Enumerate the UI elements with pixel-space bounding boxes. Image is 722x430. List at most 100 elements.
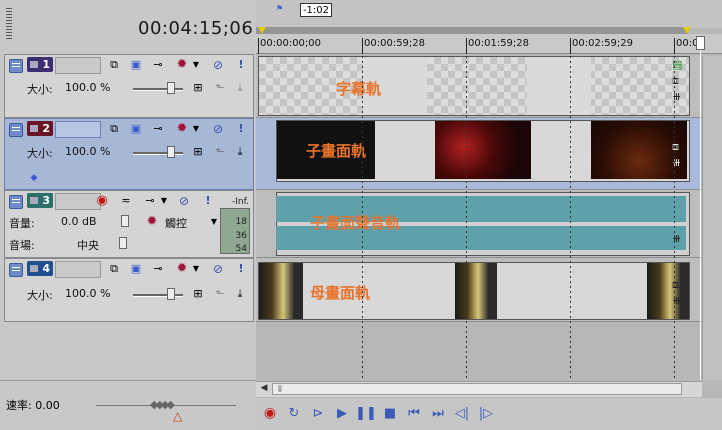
rate-label: 速率: [6, 399, 32, 412]
track-name-field[interactable] [55, 57, 101, 74]
ruler-line [258, 38, 259, 54]
grid-line [466, 56, 467, 378]
minimize-track-icon[interactable] [9, 263, 23, 277]
make-child-icon[interactable]: ⤓ [233, 81, 247, 95]
level-slider-thumb[interactable] [167, 82, 175, 94]
track-header-2[interactable]: 2 ⧉ ▣ ⊸ ✹ ▼ ⊘ ! 大小: 100.0 % ⊞ ⬑ ⤓ ◆ [4, 118, 254, 190]
solo-icon[interactable]: ! [201, 194, 215, 208]
play-from-start-icon[interactable]: ⊳ [308, 403, 328, 423]
ruler-line [570, 38, 571, 54]
make-child-icon[interactable]: ⤓ [233, 287, 247, 301]
automation-icon[interactable]: ⧉ [107, 262, 121, 276]
chevron-down-icon[interactable]: ▼ [189, 58, 203, 72]
chevron-down-icon[interactable]: ▼ [189, 122, 203, 136]
track-fx-icon[interactable]: ✹ [145, 215, 159, 229]
make-parent-icon[interactable]: ⬑ [213, 81, 227, 95]
keyframe-icon[interactable]: ◆ [27, 171, 41, 185]
level-slider-thumb[interactable] [167, 146, 175, 158]
grid-line [674, 56, 675, 378]
volume-label: 音量: [9, 217, 35, 230]
composite-mode-icon[interactable]: ⊞ [191, 287, 205, 301]
loop-start-marker[interactable] [258, 27, 266, 34]
volume-slider-thumb[interactable] [121, 215, 129, 227]
meter-scale-label: 18 [235, 217, 247, 227]
previous-frame-icon[interactable]: ◁| [452, 403, 472, 423]
rate-slider-knob[interactable]: ◆◆◆◆ [150, 398, 175, 411]
mute-icon[interactable]: ⊘ [211, 122, 225, 136]
next-frame-icon[interactable]: |▷ [476, 403, 496, 423]
marker-flag-icon[interactable]: ⚑ [276, 4, 283, 13]
playhead-cursor[interactable] [700, 36, 701, 380]
pause-icon[interactable]: ❚❚ [355, 403, 377, 423]
track-header-3[interactable]: 3 ◉ ≂ ⊸ ▼ ⊘ ! 音量: 0.0 dB ✹ 觸控 ▼ 音場: 中央 [4, 190, 254, 258]
play-icon[interactable]: ▶ [332, 403, 352, 423]
track-header-4[interactable]: 4 ⧉ ▣ ⊸ ✹ ▼ ⊘ ! 大小: 100.0 % ⊞ ⬑ ⤓ [4, 258, 254, 322]
envelope-icon[interactable]: ⊸ [151, 58, 165, 72]
grid-line [362, 56, 363, 378]
touch-mode-label[interactable]: 觸控 [165, 215, 187, 231]
automation-icon[interactable]: ⧉ [107, 122, 121, 136]
make-parent-icon[interactable]: ⬑ [213, 287, 227, 301]
compositing-icon[interactable]: ▣ [129, 58, 143, 72]
mute-icon[interactable]: ⊘ [211, 262, 225, 276]
composite-mode-icon[interactable]: ⊞ [191, 81, 205, 95]
level-value: 100.0 % [65, 287, 111, 300]
level-slider-thumb[interactable] [167, 288, 175, 300]
track-header-1[interactable]: 1 ⧉ ▣ ⊸ ✹ ▼ ⊘ ! 大小: 100.0 % ⊞ ⬑ ⤓ [4, 54, 254, 118]
arm-record-icon[interactable]: ◉ [95, 194, 109, 208]
empty-lane-area[interactable] [256, 322, 702, 380]
minimize-track-icon[interactable] [9, 59, 23, 73]
scroll-grip-icon[interactable]: ⦀ [278, 385, 282, 395]
compositing-icon[interactable]: ▣ [129, 262, 143, 276]
level-label: 大小: [27, 83, 53, 96]
horizontal-scroll-thumb[interactable] [272, 383, 682, 395]
subtitle-gap [527, 57, 591, 115]
solo-icon[interactable]: ! [234, 58, 248, 72]
main-track-label: 母畫面軌 [310, 284, 371, 302]
track-fx-icon[interactable]: ✹ [175, 58, 189, 72]
solo-icon[interactable]: ! [234, 122, 248, 136]
playhead-handle[interactable] [696, 36, 705, 50]
pan-value: 中央 [77, 239, 99, 252]
panel-grip[interactable] [6, 8, 12, 40]
envelope-icon[interactable]: ⊸ [151, 122, 165, 136]
meter-scale-label: 36 [235, 231, 247, 241]
level-slider[interactable] [133, 152, 183, 155]
scroll-left-icon[interactable]: ◀ [258, 383, 270, 395]
chevron-down-icon[interactable]: ▼ [189, 262, 203, 276]
go-to-start-icon[interactable]: ⏮ [404, 403, 424, 423]
chevron-down-icon[interactable]: ▼ [157, 194, 171, 208]
loop-region-bar[interactable] [256, 27, 688, 34]
ruler-tick-label: 00:02:59;29 [572, 38, 634, 49]
vertical-scrollbar[interactable] [702, 56, 722, 380]
loop-icon[interactable]: ↻ [284, 403, 304, 423]
inverted-phase-icon[interactable]: ≂ [119, 194, 133, 208]
chevron-down-icon[interactable]: ▼ [207, 215, 221, 229]
envelope-icon[interactable]: ⊸ [151, 262, 165, 276]
track-name-field[interactable] [55, 261, 101, 278]
go-to-end-icon[interactable]: ⏭ [428, 403, 448, 423]
automation-icon[interactable]: ⧉ [107, 58, 121, 72]
record-icon[interactable]: ◉ [260, 403, 280, 423]
track-fx-icon[interactable]: ✹ [175, 122, 189, 136]
track-name-field[interactable] [55, 121, 101, 138]
composite-mode-icon[interactable]: ⊞ [191, 145, 205, 159]
minimize-track-icon[interactable] [9, 123, 23, 137]
compositing-icon[interactable]: ▣ [129, 122, 143, 136]
envelope-icon[interactable]: ⊸ [143, 194, 157, 208]
loop-end-marker[interactable] [683, 27, 691, 34]
solo-icon[interactable]: ! [234, 262, 248, 276]
make-child-icon[interactable]: ⤓ [233, 145, 247, 159]
pan-slider-thumb[interactable] [119, 237, 127, 249]
minimize-track-icon[interactable] [9, 195, 23, 209]
stop-icon[interactable]: ■ [380, 403, 400, 423]
level-slider[interactable] [133, 294, 183, 297]
mute-icon[interactable]: ⊘ [177, 194, 191, 208]
meter-scale-label: 54 [235, 244, 247, 254]
subtitle-event[interactable] [258, 56, 690, 116]
level-slider[interactable] [133, 88, 183, 91]
video-thumbnail [435, 121, 531, 179]
make-parent-icon[interactable]: ⬑ [213, 145, 227, 159]
mute-icon[interactable]: ⊘ [211, 58, 225, 72]
track-fx-icon[interactable]: ✹ [175, 262, 189, 276]
